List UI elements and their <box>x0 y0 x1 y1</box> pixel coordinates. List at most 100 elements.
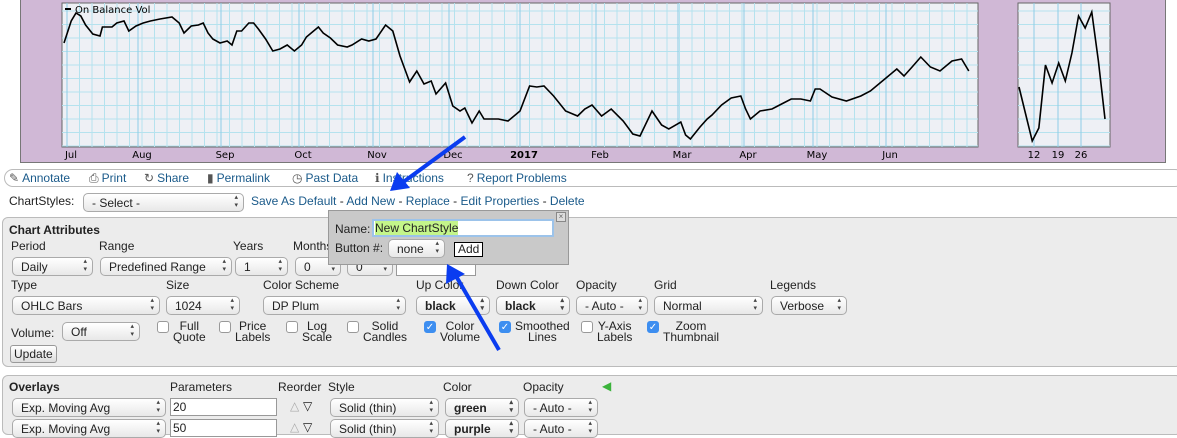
color-header: Color <box>443 380 472 394</box>
type-select[interactable]: OHLC Bars <box>12 296 160 315</box>
chart-panel: Jul Aug Sep Oct Nov Dec 2017 Feb Mar Apr May Jun On … <box>20 0 1166 163</box>
checkbox-label[interactable]: Price Labels <box>235 320 271 344</box>
checkbox-label[interactable]: Y-Axis Labels <box>597 320 632 343</box>
month-tick-label: May <box>807 150 828 161</box>
month-tick-label: Jul <box>64 150 77 161</box>
thumb-tick-label: 26 <box>1075 150 1088 161</box>
info-icon: ℹ <box>375 171 380 185</box>
add-chartstyle-popup: × Name: New ChartStyle Button #: none Ad… <box>328 210 569 265</box>
overlay-color-select[interactable]: purple <box>445 419 519 438</box>
toolbar-label: Share <box>157 171 190 185</box>
color-scheme-select[interactable]: DP Plum <box>263 296 406 315</box>
opacity-select[interactable]: - Auto - <box>576 296 648 315</box>
toolbar-past-data[interactable]: ◷ Past Data <box>292 171 358 185</box>
overlay-opacity-select[interactable]: - Auto - <box>524 419 598 438</box>
button-number-select[interactable]: none <box>388 239 445 258</box>
legend-swatch <box>65 8 71 10</box>
name-input[interactable]: New ChartStyle <box>372 219 554 237</box>
thumb-tick-label: 19 <box>1052 150 1065 161</box>
toolbar-permalink[interactable]: ▮ Permalink <box>207 171 270 185</box>
delete-link[interactable]: Delete <box>550 194 585 208</box>
button-number-label: Button #: <box>335 241 384 255</box>
label-line: Quote <box>173 330 206 344</box>
chart-attributes-title: Chart Attributes <box>9 223 100 237</box>
down-color-select[interactable]: black <box>496 296 570 315</box>
obv-chart: Jul Aug Sep Oct Nov Dec 2017 Feb Mar Apr May Jun On … <box>61 2 1111 161</box>
toolbar-instructions[interactable]: ℹ Instructions <box>375 171 444 185</box>
down-color-label: Down Color <box>496 278 559 292</box>
checkbox-zoom-thumbnail[interactable]: ✓ <box>647 321 659 333</box>
separator: - <box>542 194 547 208</box>
checkbox-solid-candles[interactable] <box>347 321 359 333</box>
legends-select[interactable]: Verbose <box>771 296 847 315</box>
toolbar-label: Print <box>101 171 127 185</box>
checkbox-smoothed-lines[interactable]: ✓ <box>499 321 511 333</box>
chartstyles-label: ChartStyles: <box>9 194 75 208</box>
bookmark-icon: ▮ <box>207 171 214 185</box>
month-tick-label: Nov <box>367 150 387 161</box>
volume-select[interactable]: Off <box>62 322 140 341</box>
checkbox-price-labels[interactable] <box>219 321 231 333</box>
toolbar-print[interactable]: ⎙ Print <box>89 171 126 186</box>
years-label: Years <box>233 239 264 253</box>
checkbox-label[interactable]: Log Scale <box>302 320 333 344</box>
month-tick-label: Mar <box>673 150 693 161</box>
toolbar-annotate[interactable]: ✎ Annotate <box>9 171 70 185</box>
close-icon[interactable]: × <box>556 212 566 222</box>
checkbox-label[interactable]: Solid Candles <box>363 320 407 343</box>
label-line: Labels <box>235 330 271 344</box>
toolbar-share[interactable]: ↻ Share <box>144 171 189 185</box>
move-down-icon[interactable]: ▽ <box>303 420 312 434</box>
toolbar-label: Annotate <box>22 171 71 185</box>
checkbox-log-scale[interactable] <box>286 321 298 333</box>
overlay-style-select[interactable]: Solid (thin) <box>330 398 439 417</box>
label-line: Thumbnail <box>663 330 720 344</box>
separator: - <box>398 194 403 208</box>
months-label: Months <box>293 239 333 253</box>
checkbox-label[interactable]: Color Volume <box>440 320 480 343</box>
move-up-icon[interactable]: △ <box>290 399 299 413</box>
checkbox-label[interactable]: Smoothed Lines <box>515 320 570 343</box>
overlay-style-select[interactable]: Solid (thin) <box>330 419 439 438</box>
period-select[interactable]: Daily <box>12 257 93 276</box>
grid-select[interactable]: Normal <box>654 296 763 315</box>
range-select[interactable]: Predefined Range <box>100 257 232 276</box>
overlay-opacity-select[interactable]: - Auto - <box>524 398 598 417</box>
chart-toolbar: ✎ Annotate ⎙ Print ↻ Share ▮ Permalink ◷ Past Dat… <box>4 169 1177 187</box>
toolbar-label: Report Problems <box>476 171 567 185</box>
checkbox-label[interactable]: Full Quote <box>173 320 206 344</box>
overlay-parameters-input[interactable]: 50 <box>170 419 277 437</box>
overlay-type-select[interactable]: Exp. Moving Avg <box>12 398 166 417</box>
years-select[interactable]: 1 <box>235 257 288 276</box>
month-tick-label: Oct <box>294 150 311 161</box>
add-button[interactable]: Add <box>454 242 484 257</box>
size-label: Size <box>166 278 190 292</box>
toolbar-report-problems[interactable]: ? Report Problems <box>467 171 567 185</box>
checkbox-color-volume[interactable]: ✓ <box>424 321 436 333</box>
overlay-parameters-input[interactable]: 20 <box>170 398 277 416</box>
up-color-select[interactable]: black <box>416 296 490 315</box>
save-as-default-link[interactable]: Save As Default <box>251 194 336 208</box>
update-button[interactable]: Update <box>10 345 57 363</box>
share-icon: ↻ <box>144 171 155 185</box>
overlay-color-select[interactable]: green <box>445 398 519 417</box>
checkbox-label[interactable]: Zoom Thumbnail <box>663 320 720 344</box>
move-down-icon[interactable]: ▽ <box>303 399 312 413</box>
move-up-icon[interactable]: △ <box>290 420 299 434</box>
chart-attributes-panel: Chart Attributes Period Range Years Mont… <box>2 217 1177 367</box>
collapse-triangle-icon[interactable]: ◀ <box>602 379 611 393</box>
label-line: Scale <box>302 330 333 344</box>
grid-label: Grid <box>654 278 677 292</box>
toolbar-label: Instructions <box>382 171 444 185</box>
size-select[interactable]: 1024 <box>166 296 240 315</box>
add-new-link[interactable]: Add New <box>346 194 395 208</box>
replace-link[interactable]: Replace <box>406 194 450 208</box>
checkbox-y-axis-labels[interactable] <box>581 321 593 333</box>
up-color-label: Up Color <box>416 278 464 292</box>
opacity-header: Opacity <box>523 380 564 394</box>
edit-properties-link[interactable]: Edit Properties <box>461 194 540 208</box>
separator: - <box>339 194 344 208</box>
overlay-type-select[interactable]: Exp. Moving Avg <box>12 419 166 438</box>
checkbox-full-quote[interactable] <box>157 321 169 333</box>
chartstyles-select[interactable]: - Select - <box>83 193 244 212</box>
